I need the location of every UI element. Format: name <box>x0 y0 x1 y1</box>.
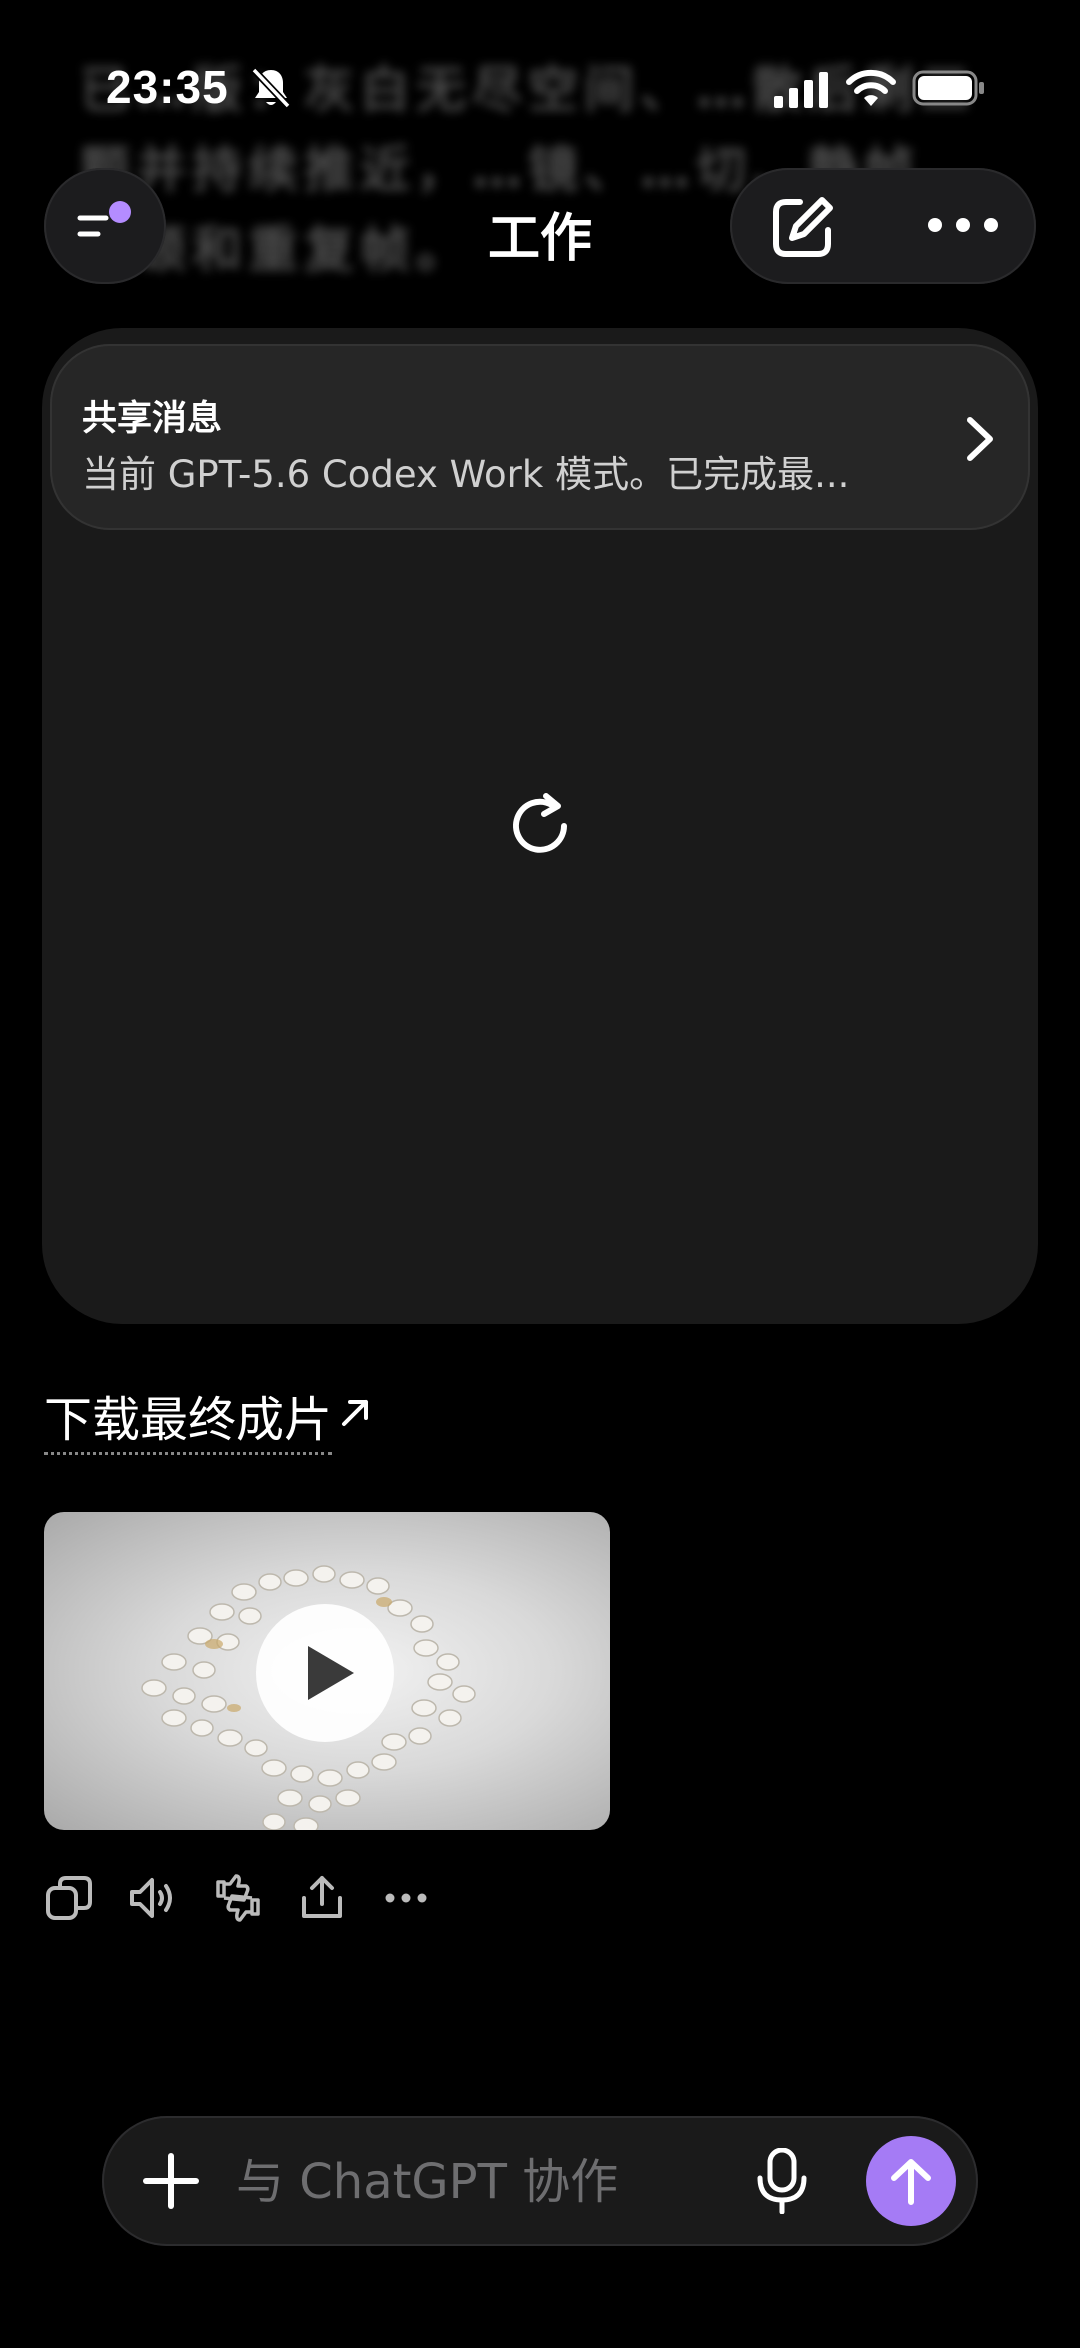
play-icon <box>308 1646 354 1700</box>
refresh-icon[interactable] <box>506 792 574 860</box>
download-link[interactable]: 下载最终成片 <box>44 1380 372 1455</box>
more-icon[interactable] <box>380 1872 432 1924</box>
header-actions <box>730 168 1036 284</box>
thumbs-icon[interactable] <box>212 1872 264 1924</box>
message-actions <box>44 1872 464 1928</box>
signal-icon <box>774 72 828 108</box>
arrow-up-right-icon <box>342 1400 369 1426</box>
shared-message-preview: 当前 GPT-5.6 Codex Work 模式。已完成最... <box>82 453 850 496</box>
bell-off-icon <box>251 67 291 109</box>
video-thumbnail[interactable] <box>44 1512 610 1830</box>
download-label: 下载最终成片 <box>44 1392 333 1455</box>
chevron-right-icon <box>967 417 993 461</box>
shared-message-banner[interactable]: 共享消息 当前 GPT-5.6 Codex Work 模式。已完成最... <box>50 344 1030 530</box>
plus-icon[interactable] <box>142 2152 200 2210</box>
play-button[interactable] <box>256 1604 394 1742</box>
copy-icon[interactable] <box>44 1872 96 1924</box>
speaker-icon[interactable] <box>128 1872 180 1924</box>
status-time: 23:35 <box>106 61 229 113</box>
arrow-up-icon <box>891 2159 931 2205</box>
wifi-icon <box>846 69 896 106</box>
microphone-icon[interactable] <box>754 2148 810 2214</box>
share-icon[interactable] <box>296 1872 348 1924</box>
battery-icon <box>912 70 984 106</box>
chat-screen: 已…版：灰白无尽空间、…散后剩三颗并持续推近，…镜、…切、静帧、卡顿和重复帧。 … <box>0 0 1080 2348</box>
status-bar: 23:35 <box>0 0 1080 150</box>
shared-message-title: 共享消息 <box>82 399 223 439</box>
send-button[interactable] <box>866 2136 956 2226</box>
more-icon[interactable] <box>926 210 1000 240</box>
composer-bar <box>102 2116 978 2246</box>
message-input[interactable] <box>234 2146 708 2218</box>
compose-icon[interactable] <box>766 192 838 264</box>
